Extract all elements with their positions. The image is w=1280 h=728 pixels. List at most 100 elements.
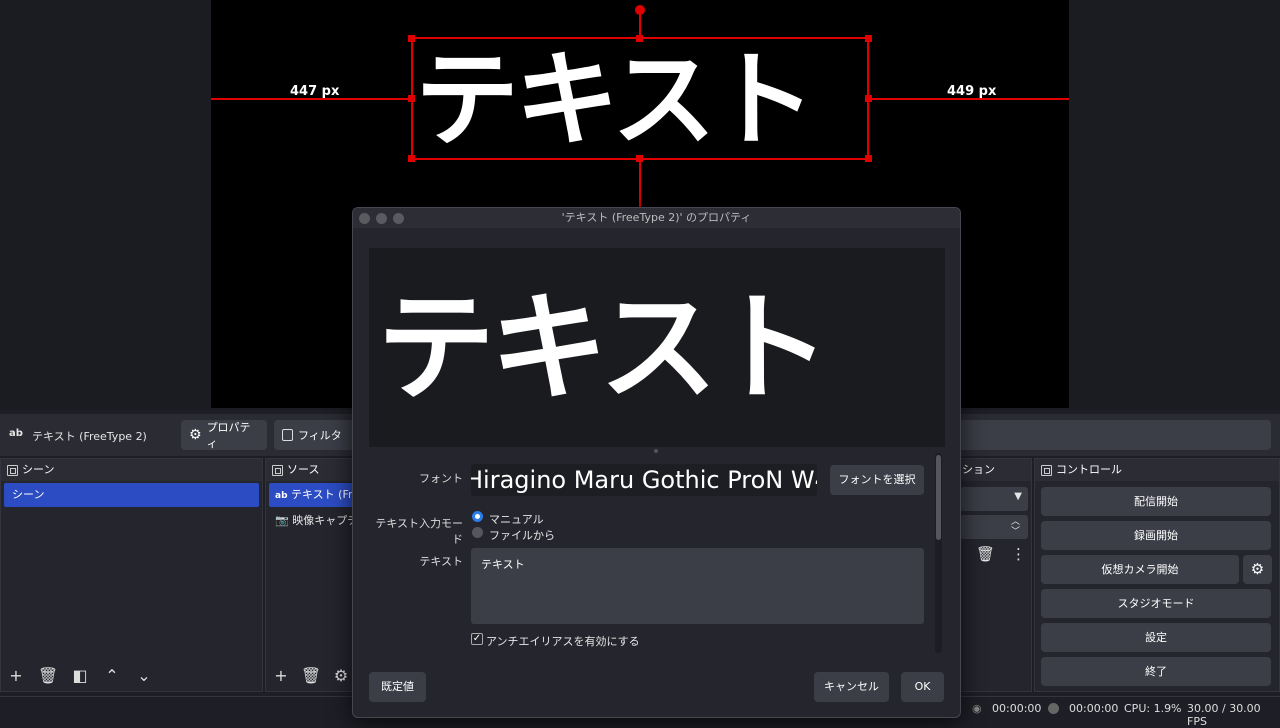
source-item-label: 映像キャプチャ [292,514,361,527]
more-icon[interactable]: ⋮ [1011,545,1026,563]
source-toolbar-field[interactable] [955,420,1271,450]
controls-title-label: コントロール [1056,463,1122,476]
properties-button[interactable]: ⚙ プロパティ [181,420,267,450]
zoom-window-button[interactable] [393,213,404,224]
sources-dock-footer: + 🗑 ⚙ [270,665,352,687]
dialog-title: 'テキスト (FreeType 2)' のプロパティ [561,211,752,224]
close-window-button[interactable] [359,213,370,224]
resize-handle-t[interactable] [636,35,643,42]
radio-from-file-label: ファイルから [489,529,555,542]
gear-icon: ⚙ [189,427,202,443]
font-label: フォント [419,472,463,485]
stream-icon: ◉ [972,702,982,715]
right-distance-label: 449 px [947,84,997,99]
transitions-dock-title: ション [956,459,1031,481]
add-icon[interactable]: + [270,665,292,687]
resize-handle-tl[interactable] [408,35,415,42]
trash-icon[interactable]: 🗑 [300,665,322,687]
start-streaming-button[interactable]: 配信開始 [1041,487,1271,516]
add-icon[interactable]: + [5,665,27,687]
antialias-label: アンチエイリアスを有効にする [486,635,640,648]
radio-from-file[interactable] [472,527,483,538]
dialog-preview-text: テキスト [377,279,830,417]
resize-handle-b[interactable] [636,155,643,162]
controls-dock-title: コントロール [1035,459,1279,481]
rotation-handle[interactable] [635,5,645,15]
properties-dialog: 'テキスト (FreeType 2)' のプロパティ テキスト フォント Hir… [352,207,961,718]
start-virtual-camera-button[interactable]: 仮想カメラ開始 [1041,555,1239,584]
sources-dock: ソース ab テキスト (Free 📷 映像キャプチャ + 🗑 ⚙ [265,458,365,692]
dialog-titlebar: 'テキスト (FreeType 2)' のプロパティ [353,208,960,228]
source-item-text[interactable]: ab テキスト (Free [269,483,361,507]
trash-icon[interactable]: 🗑 [37,665,59,687]
dock-icon [272,464,283,476]
cancel-button[interactable]: キャンセル [814,672,889,702]
font-value: Hiragino Maru Gothic ProN W4 [471,466,817,494]
cpu-usage: CPU: 1.9% [1124,702,1182,715]
gear-icon[interactable]: ⚙ [330,665,352,687]
settings-button[interactable]: 設定 [1041,623,1271,652]
trash-icon[interactable]: 🗑 [976,545,995,563]
exit-button[interactable]: 終了 [1041,657,1271,686]
minimize-window-button[interactable] [376,213,387,224]
stream-time: 00:00:00 [992,702,1042,715]
scenes-dock: シーン シーン + 🗑 ◧ ⌃ ⌄ [0,458,263,692]
scrollbar-thumb[interactable] [936,455,941,540]
scene-item[interactable]: シーン [4,483,259,507]
virtual-camera-settings-button[interactable]: ⚙ [1243,555,1272,584]
scenes-dock-title: シーン [1,459,262,481]
camera-icon: 📷 [275,514,289,527]
left-distance-label: 447 px [290,84,340,99]
dock-icon [1041,464,1052,476]
radio-manual-label: マニュアル [489,513,544,526]
fps-readout: 30.00 / 30.00 FPS [1187,702,1261,728]
antialias-checkbox[interactable]: ✓ [471,633,483,645]
transition-select[interactable]: ▼ [960,487,1028,511]
filters-button[interactable]: フィルタ [274,420,354,450]
chevron-up-icon[interactable]: ⌃ [101,665,123,687]
transitions-title-label: ション [962,463,995,476]
resize-handle-l[interactable] [408,95,415,102]
radio-manual[interactable] [472,511,483,522]
guide-line-bottom [639,159,641,209]
selected-source-name: テキスト (FreeType 2) [32,430,147,443]
resize-handle-r[interactable] [865,95,872,102]
source-item-video-capture[interactable]: 📷 映像キャプチャ [269,509,361,533]
filter-icon[interactable]: ◧ [69,665,91,687]
record-time: 00:00:00 [1069,702,1119,715]
splitter-handle[interactable] [654,449,658,453]
ok-button[interactable]: OK [901,672,944,702]
text-input[interactable]: テキスト [471,548,924,624]
filter-icon [282,429,293,441]
text-source-icon: ab [9,428,23,439]
select-font-button[interactable]: フォントを選択 [830,465,924,495]
filters-button-label: フィルタ [298,429,342,442]
studio-mode-button[interactable]: スタジオモード [1041,589,1271,618]
resize-handle-tr[interactable] [865,35,872,42]
font-display: Hiragino Maru Gothic ProN W4 [471,464,817,496]
text-source-icon: ab [275,491,288,501]
chevron-down-icon[interactable]: ⌄ [133,665,155,687]
transition-duration[interactable]: ︿ ﹀ [960,515,1028,539]
controls-dock: コントロール 配信開始 録画開始 仮想カメラ開始 ⚙ スタジオモード 設定 終了 [1034,458,1280,692]
sources-title-label: ソース [287,463,320,476]
defaults-button[interactable]: 既定値 [369,672,426,702]
scenes-title-label: シーン [22,463,55,476]
resize-handle-bl[interactable] [408,155,415,162]
source-item-label: テキスト (Free [291,488,361,501]
dock-icon [7,464,18,476]
chevron-down-icon: ▼ [1014,491,1022,502]
properties-scrollbar[interactable] [935,453,942,653]
scenes-dock-footer: + 🗑 ◧ ⌃ ⌄ [5,665,155,687]
stepper-icon: ︿ ﹀ [1010,517,1020,537]
start-recording-button[interactable]: 録画開始 [1041,521,1271,550]
canvas-text-source[interactable]: テキスト [415,40,875,160]
resize-handle-br[interactable] [865,155,872,162]
gear-icon: ⚙ [1250,560,1265,578]
record-icon [1048,703,1059,714]
dialog-preview: テキスト [369,248,945,447]
input-mode-label: テキスト入力モード [375,517,463,546]
properties-button-label: プロパティ [206,421,251,450]
sources-dock-title: ソース [266,459,364,481]
text-label: テキスト [419,555,463,568]
